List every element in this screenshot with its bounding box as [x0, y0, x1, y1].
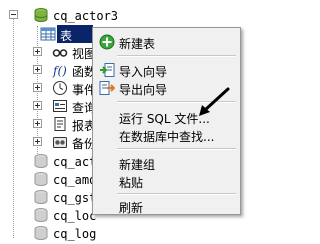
table-icon — [40, 26, 56, 42]
menu-separator — [117, 148, 236, 150]
collapse-toggle[interactable] — [9, 10, 18, 19]
database-label: cq_log — [53, 227, 97, 241]
menu-separator — [117, 101, 236, 103]
expand-toggle[interactable] — [33, 119, 42, 128]
context-menu: 新建表 导入向导 导出向导 运行 SQL 文件... 在数据库中查找... 新建… — [92, 27, 241, 215]
query-icon — [52, 98, 68, 114]
svg-text:f(): f() — [52, 64, 67, 78]
tree-item-label: 表 — [60, 29, 73, 43]
database-label: cq_loc — [53, 209, 97, 223]
database-icon — [33, 189, 49, 205]
expand-toggle[interactable] — [33, 101, 42, 110]
menu-item-paste[interactable]: 粘贴 — [95, 171, 238, 191]
menu-item-run-sql-file[interactable]: 运行 SQL 文件... — [95, 107, 238, 127]
database-icon — [33, 171, 49, 187]
menu-item-label: 导出向导 — [119, 83, 168, 97]
menu-item-new-group[interactable]: 新建组 — [95, 153, 238, 173]
database-node-cq-actor3[interactable]: cq_actor3 — [0, 6, 279, 24]
database-icon — [33, 207, 49, 223]
import-icon — [99, 62, 115, 78]
report-icon — [52, 116, 68, 132]
menu-item-new-table[interactable]: 新建表 — [95, 32, 238, 52]
clock-icon — [52, 80, 68, 96]
expand-toggle[interactable] — [33, 47, 42, 56]
database-node[interactable]: cq_log — [0, 224, 279, 242]
function-icon: f() — [52, 62, 68, 78]
backup-icon — [52, 134, 68, 150]
database-icon — [33, 153, 49, 169]
menu-item-find-in-database[interactable]: 在数据库中查找... — [95, 125, 238, 145]
menu-separator — [117, 55, 236, 57]
database-icon — [33, 7, 49, 23]
expand-toggle[interactable] — [33, 65, 42, 74]
export-icon — [99, 80, 116, 96]
database-label: cq_amd — [53, 173, 97, 187]
menu-item-export-wizard[interactable]: 导出向导 — [95, 78, 238, 98]
menu-item-label: 新建表 — [119, 37, 156, 51]
database-label: cq_actor3 — [53, 9, 119, 23]
menu-item-label: 刷新 — [119, 201, 144, 215]
database-label: cq_gst — [53, 191, 97, 205]
database-icon — [33, 225, 49, 241]
menu-item-import-wizard[interactable]: 导入向导 — [95, 60, 238, 80]
expand-toggle[interactable] — [33, 137, 42, 146]
menu-item-refresh[interactable]: 刷新 — [95, 196, 238, 216]
menu-separator — [117, 193, 236, 195]
menu-item-label: 在数据库中查找... — [119, 130, 215, 144]
add-icon — [99, 34, 115, 50]
glasses-icon — [52, 44, 68, 60]
expand-toggle[interactable] — [33, 83, 42, 92]
menu-item-label: 粘贴 — [119, 176, 144, 190]
